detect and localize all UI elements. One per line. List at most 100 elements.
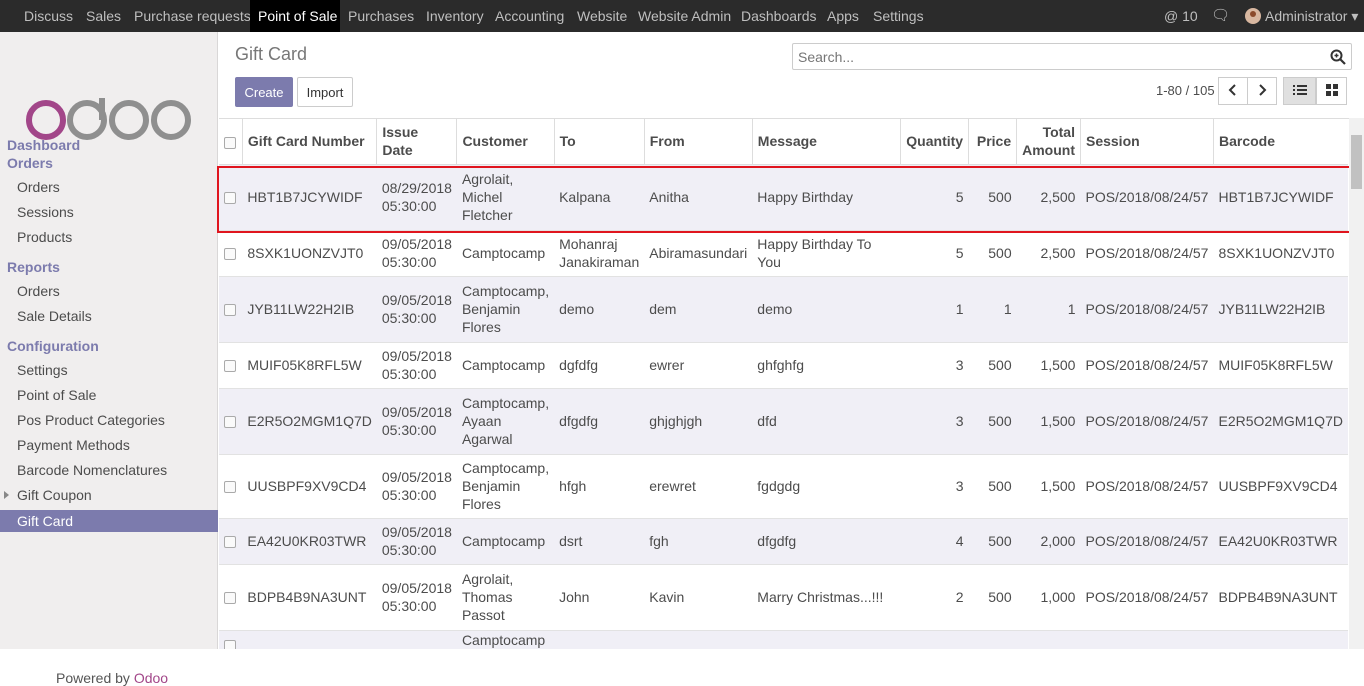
cell-price: 500 bbox=[968, 342, 1017, 389]
cell-to: dfgdfg bbox=[554, 388, 645, 455]
menu-settings[interactable]: Settings bbox=[865, 0, 929, 32]
list-view-button[interactable] bbox=[1283, 77, 1316, 105]
scrollbar-thumb[interactable] bbox=[1351, 135, 1362, 189]
kanban-view-button[interactable] bbox=[1316, 77, 1347, 105]
menu-purchase-requests[interactable]: Purchase requests bbox=[126, 0, 251, 32]
row-checkbox-cell bbox=[219, 342, 243, 389]
sidebar-item-pos-product-categories[interactable]: Pos Product Categories bbox=[17, 412, 165, 428]
chat-icon[interactable]: 🗨 bbox=[1211, 0, 1230, 32]
menu-website[interactable]: Website bbox=[569, 0, 630, 32]
select-all-checkbox[interactable] bbox=[224, 136, 236, 149]
column-header-customer[interactable]: Customer bbox=[456, 119, 555, 165]
row-checkbox[interactable] bbox=[224, 592, 236, 605]
cell-total-amount: 1,500 bbox=[1016, 388, 1081, 455]
row-checkbox[interactable] bbox=[224, 536, 236, 549]
table-row[interactable]: JYB11LW22H2IB 09/05/2018 05:30:00 Camptoca… bbox=[219, 276, 1348, 343]
cell-customer: Camptocamp bbox=[456, 518, 555, 565]
column-header-issue-date[interactable]: Issue Date bbox=[376, 119, 457, 165]
menu-discuss[interactable]: Discuss bbox=[16, 0, 78, 32]
sidebar-section-orders[interactable]: Orders bbox=[7, 155, 53, 171]
cell-gift-card-number: BDPB4B9NA3UNT bbox=[242, 564, 377, 631]
sidebar-item-orders[interactable]: Orders bbox=[17, 283, 60, 299]
caret-right-icon[interactable] bbox=[4, 491, 9, 499]
cell-total-amount: 2,000 bbox=[1016, 518, 1081, 565]
column-header-message[interactable]: Message bbox=[751, 119, 901, 165]
chevron-left-icon bbox=[1228, 83, 1236, 96]
column-header-barcode[interactable]: Barcode bbox=[1212, 119, 1348, 165]
scrollbar[interactable] bbox=[1349, 118, 1364, 649]
table-row[interactable]: MUIF05K8RFL5W 09/05/2018 05:30:00 Camptoca… bbox=[219, 342, 1348, 389]
cell-to: John bbox=[554, 564, 645, 631]
menu-website-admin[interactable]: Website Admin bbox=[630, 0, 733, 32]
cell-session: POS/2018/08/24/57 bbox=[1080, 230, 1214, 277]
pager-value[interactable]: 1-80 / 105 bbox=[1156, 83, 1215, 98]
odoo-logo[interactable] bbox=[26, 98, 192, 142]
sidebar-section-configuration[interactable]: Configuration bbox=[7, 338, 99, 354]
page-title: Gift Card bbox=[235, 44, 308, 64]
sidebar-item-products[interactable]: Products bbox=[17, 229, 72, 245]
table-row[interactable]: E2R5O2MGM1Q7D 09/05/2018 05:30:00 Camptoca… bbox=[219, 388, 1348, 455]
user-menu[interactable]: Administrator ▾ bbox=[1265, 0, 1358, 32]
column-header-gift-card-number[interactable]: Gift Card Number bbox=[241, 119, 377, 165]
table-row[interactable]: Camptocamp bbox=[219, 630, 1348, 649]
row-checkbox[interactable] bbox=[224, 248, 236, 261]
column-header-quantity[interactable]: Quantity bbox=[900, 119, 969, 165]
sidebar-item-sessions[interactable]: Sessions bbox=[17, 204, 74, 220]
table-row[interactable]: EA42U0KR03TWR 09/05/2018 05:30:00 Camptoca… bbox=[219, 518, 1348, 565]
sidebar-item-gift-coupon[interactable]: Gift Coupon bbox=[17, 487, 92, 503]
menu-purchases[interactable]: Purchases bbox=[340, 0, 418, 32]
avatar[interactable] bbox=[1245, 8, 1261, 24]
sidebar-item-settings[interactable]: Settings bbox=[17, 362, 68, 378]
pager-previous-button[interactable] bbox=[1218, 77, 1248, 105]
column-header-price[interactable]: Price bbox=[968, 119, 1017, 165]
menu-apps[interactable]: Apps bbox=[819, 0, 865, 32]
cell-message: Happy Birthday To You bbox=[752, 230, 901, 277]
cell-total-amount: 2,500 bbox=[1016, 230, 1081, 277]
row-checkbox[interactable] bbox=[224, 481, 236, 494]
sidebar-item-orders[interactable]: Orders bbox=[17, 179, 60, 195]
table-row[interactable]: 8SXK1UONZVJT0 09/05/2018 05:30:00 Camptoca… bbox=[219, 230, 1348, 277]
menu-accounting[interactable]: Accounting bbox=[487, 0, 569, 32]
sidebar-item-point-of-sale[interactable]: Point of Sale bbox=[17, 387, 96, 403]
menu-inventory[interactable]: Inventory bbox=[418, 0, 487, 32]
cell-price: 500 bbox=[968, 230, 1017, 277]
cell-barcode: JYB11LW22H2IB bbox=[1213, 276, 1348, 343]
row-checkbox[interactable] bbox=[224, 360, 236, 373]
menu-dashboards[interactable]: Dashboards bbox=[733, 0, 819, 32]
row-checkbox[interactable] bbox=[224, 304, 236, 317]
table-row[interactable]: UUSBPF9XV9CD4 09/05/2018 05:30:00 Camptoca… bbox=[219, 454, 1348, 519]
odoo-link[interactable]: Odoo bbox=[134, 670, 168, 686]
pager-next-button[interactable] bbox=[1247, 77, 1277, 105]
mentions-counter[interactable]: @ 10 bbox=[1164, 0, 1198, 32]
cell-total-amount: 1,500 bbox=[1016, 454, 1081, 519]
sidebar-item-sale-details[interactable]: Sale Details bbox=[17, 308, 92, 324]
cell-barcode: EA42U0KR03TWR bbox=[1213, 518, 1348, 565]
table-row[interactable]: BDPB4B9NA3UNT 09/05/2018 05:30:00 Agrolait… bbox=[219, 564, 1348, 631]
cell-issue-date: 09/05/2018 05:30:00 bbox=[376, 564, 457, 631]
sidebar-section-reports[interactable]: Reports bbox=[7, 259, 60, 275]
menu-sales[interactable]: Sales bbox=[78, 0, 126, 32]
cell-from: Kavin bbox=[644, 564, 753, 631]
menu-point-of-sale[interactable]: Point of Sale bbox=[250, 0, 340, 32]
column-header-to[interactable]: To bbox=[553, 119, 645, 165]
cell-customer: Agrolait, Thomas Passot bbox=[456, 564, 555, 631]
cell-from: Abiramasundari bbox=[644, 230, 753, 277]
sidebar-item-payment-methods[interactable]: Payment Methods bbox=[17, 437, 130, 453]
column-header-session[interactable]: Session bbox=[1079, 119, 1214, 165]
search-input[interactable] bbox=[798, 48, 1318, 66]
column-header-total-amount[interactable]: Total Amount bbox=[1016, 119, 1081, 165]
cell-message: fgdgdg bbox=[752, 454, 901, 519]
row-checkbox[interactable] bbox=[224, 416, 236, 429]
import-button[interactable]: Import bbox=[297, 77, 353, 107]
cell-to: Mohanraj Janakiraman bbox=[554, 230, 645, 277]
create-button[interactable]: Create bbox=[235, 77, 293, 107]
row-checkbox[interactable] bbox=[224, 640, 236, 649]
search-icon[interactable] bbox=[1330, 49, 1346, 65]
column-header-from[interactable]: From bbox=[643, 119, 753, 165]
row-checkbox-cell bbox=[219, 630, 243, 649]
sidebar-item-barcode-nomenclatures[interactable]: Barcode Nomenclatures bbox=[17, 462, 167, 478]
cell-from: fgh bbox=[644, 518, 753, 565]
sidebar-item-gift-card[interactable]: Gift Card bbox=[0, 510, 218, 532]
sidebar-section-dashboard[interactable]: Dashboard bbox=[7, 137, 80, 153]
cell-total-amount bbox=[1016, 630, 1081, 649]
